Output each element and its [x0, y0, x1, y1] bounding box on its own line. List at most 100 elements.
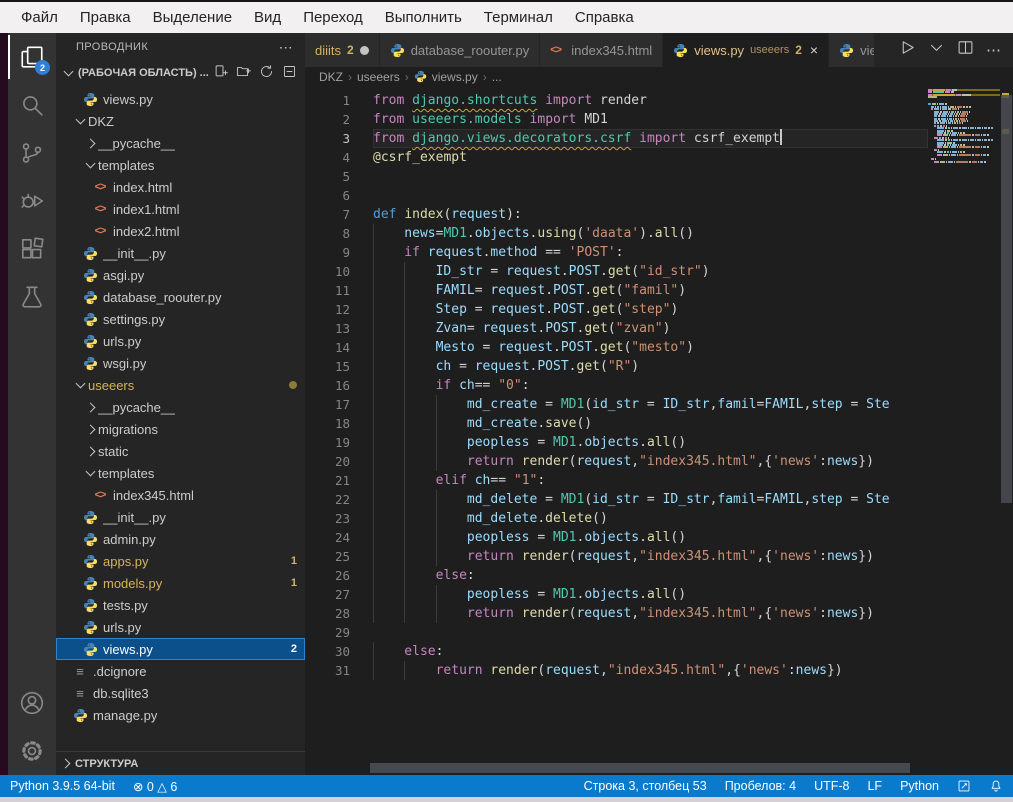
search-icon[interactable]	[8, 81, 56, 129]
status-item[interactable]: UTF-8	[814, 779, 849, 793]
run-debug-icon[interactable]	[8, 177, 56, 225]
breadcrumb[interactable]: DKZ›useeers›views.py›...	[305, 67, 1013, 87]
tree-item-templates[interactable]: templates	[56, 154, 305, 176]
close-icon[interactable]: ×	[810, 42, 818, 58]
menu-item[interactable]: Справка	[564, 5, 645, 30]
tree-item--pycache-[interactable]: __pycache__	[56, 396, 305, 418]
settings-gear-icon[interactable]	[8, 727, 56, 775]
breadcrumb-item[interactable]: ...	[492, 70, 502, 84]
tree-item-index.html[interactable]: <>index.html	[56, 176, 305, 198]
menu-item[interactable]: Вид	[243, 5, 292, 30]
tree-item-settings.py[interactable]: settings.py	[56, 308, 305, 330]
code-line-12: 12Step = request.POST.get("step")	[305, 300, 928, 319]
files-icon[interactable]: 2	[8, 33, 56, 81]
breadcrumb-item[interactable]: DKZ	[319, 70, 343, 84]
tree-item-apps.py[interactable]: apps.py1	[56, 550, 305, 572]
tree-item-views.py[interactable]: views.py2	[56, 638, 305, 660]
tree-item-views.py[interactable]: views.py	[56, 88, 305, 110]
tree-item--init-.py[interactable]: __init__.py	[56, 506, 305, 528]
new-file-icon[interactable]	[213, 64, 228, 82]
tab-database-roouter.py[interactable]: database_roouter.py	[380, 33, 541, 67]
code-editor[interactable]: 1from django.shortcuts import render2fro…	[305, 87, 1013, 775]
tree-item-models.py[interactable]: models.py1	[56, 572, 305, 594]
tab-index345.html[interactable]: <>index345.html	[540, 33, 663, 67]
run-icon[interactable]	[899, 39, 916, 61]
tree-item-useeers[interactable]: useeers	[56, 374, 305, 396]
file-name: views.py	[103, 642, 153, 657]
tree-item-wsgi.py[interactable]: wsgi.py	[56, 352, 305, 374]
tree-item-manage.py[interactable]: manage.py	[56, 704, 305, 726]
new-folder-icon[interactable]	[236, 64, 251, 82]
tree-item-templates[interactable]: templates	[56, 462, 305, 484]
source-control-icon[interactable]	[8, 129, 56, 177]
tree-item-db.sqlite3[interactable]: ≡db.sqlite3	[56, 682, 305, 704]
python-file-icon	[839, 43, 854, 58]
structure-section-header[interactable]: СТРУКТУРА	[56, 751, 305, 775]
tab-diiits[interactable]: diiits2	[305, 33, 380, 67]
python-file-icon	[82, 311, 98, 327]
refresh-icon[interactable]	[259, 64, 274, 82]
status-item[interactable]: Строка 3, столбец 53	[584, 779, 707, 793]
status-item[interactable]: Пробелов: 4	[725, 779, 796, 793]
tree-item-static[interactable]: static	[56, 440, 305, 462]
tree-item-urls.py[interactable]: urls.py	[56, 616, 305, 638]
tree-item-index2.html[interactable]: <>index2.html	[56, 220, 305, 242]
breadcrumb-item[interactable]: useeers	[357, 70, 400, 84]
tree-item-urls.py[interactable]: urls.py	[56, 330, 305, 352]
code-text: Zvan= request.POST.get("zvan")	[373, 319, 928, 338]
status-item[interactable]: ⊗ 0 △ 6	[133, 779, 177, 794]
code-lines: 1from django.shortcuts import render2fro…	[305, 91, 928, 680]
testing-icon[interactable]	[8, 273, 56, 321]
file-tree: views.pyDKZ__pycache__templates<>index.h…	[56, 85, 305, 726]
code-line-15: 15ch = request.POST.get("R")	[305, 357, 928, 376]
tab-views.py[interactable]: views.pyuseeers2×	[663, 33, 829, 67]
menu-item[interactable]: Переход	[292, 5, 374, 30]
more-actions-icon[interactable]: ⋯	[279, 39, 293, 56]
breadcrumb-item[interactable]: views.py	[432, 70, 478, 84]
chevron-down-icon	[72, 383, 88, 387]
tree-item-index345.html[interactable]: <>index345.html	[56, 484, 305, 506]
python-file-icon	[82, 641, 98, 657]
split-editor-icon[interactable]	[957, 39, 974, 61]
menu-item[interactable]: Правка	[69, 5, 142, 30]
code-line-9: 9if request.method == 'POST':	[305, 243, 928, 262]
status-item[interactable]: Python 3.9.5 64-bit	[10, 779, 115, 794]
tree-item--init-.py[interactable]: __init__.py	[56, 242, 305, 264]
feedback-icon[interactable]	[957, 779, 971, 793]
python-file-icon	[82, 509, 98, 525]
menu-item[interactable]: Выполнить	[374, 5, 473, 30]
tab-vie[interactable]: vie	[829, 33, 875, 67]
status-item[interactable]: Python	[900, 779, 939, 793]
tree-item-index1.html[interactable]: <>index1.html	[56, 198, 305, 220]
workspace-section-header[interactable]: (РАБОЧАЯ ОБЛАСТЬ) ...	[56, 61, 305, 85]
menu-item[interactable]: Файл	[10, 5, 69, 30]
chevron-down-icon[interactable]	[928, 39, 945, 61]
menu-item[interactable]: Терминал	[473, 5, 564, 30]
horizontal-scrollbar[interactable]	[370, 763, 910, 773]
vertical-scrollbar[interactable]	[1001, 95, 1012, 503]
tree-item--pycache-[interactable]: __pycache__	[56, 132, 305, 154]
problems-badge: 1	[291, 555, 297, 567]
tree-item-asgi.py[interactable]: asgi.py	[56, 264, 305, 286]
collapse-all-icon[interactable]	[282, 64, 297, 82]
tree-item-admin.py[interactable]: admin.py	[56, 528, 305, 550]
more-actions-icon[interactable]: ⋯	[986, 41, 1001, 59]
file-name: index345.html	[113, 488, 194, 503]
extensions-icon[interactable]	[8, 225, 56, 273]
bell-icon[interactable]	[989, 779, 1003, 793]
tree-item-tests.py[interactable]: tests.py	[56, 594, 305, 616]
minimap[interactable]	[928, 89, 1000, 163]
status-item[interactable]: LF	[867, 779, 882, 793]
tree-item-database-roouter.py[interactable]: database_roouter.py	[56, 286, 305, 308]
line-number: 23	[305, 509, 350, 528]
menu-item[interactable]: Выделение	[142, 5, 243, 30]
account-icon[interactable]	[8, 679, 56, 727]
tree-item-migrations[interactable]: migrations	[56, 418, 305, 440]
tree-item-DKZ[interactable]: DKZ	[56, 110, 305, 132]
html-file-icon: <>	[550, 43, 565, 58]
tree-item-.dcignore[interactable]: ≡.dcignore	[56, 660, 305, 682]
code-line-5: 5	[305, 167, 928, 186]
activity-bar: 2	[8, 33, 56, 775]
file-name: manage.py	[93, 708, 157, 723]
line-number: 22	[305, 490, 350, 509]
